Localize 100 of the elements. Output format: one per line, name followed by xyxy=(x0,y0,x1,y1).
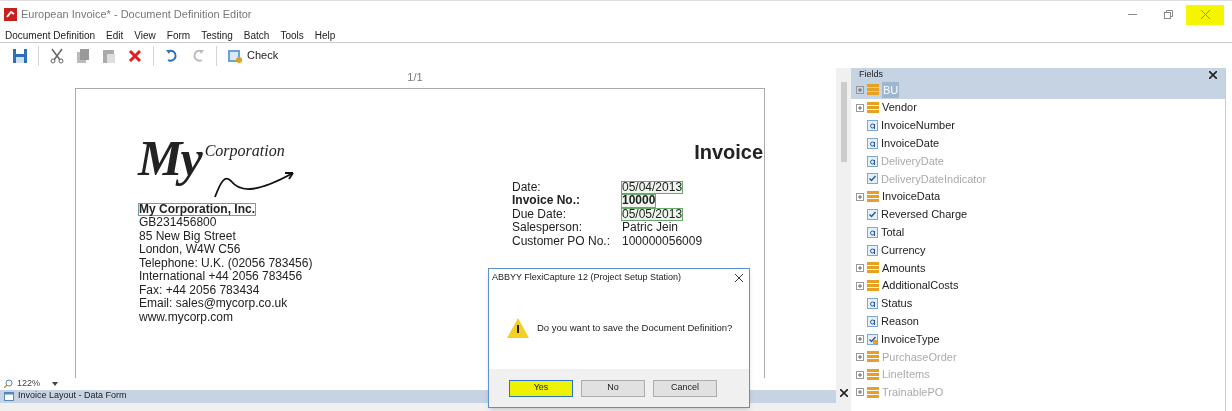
undo-icon xyxy=(164,47,180,64)
tree-item[interactable]: Total xyxy=(851,223,1225,242)
dialog-button[interactable]: Cancel xyxy=(653,379,717,397)
company-text: www.mycorp.com xyxy=(138,310,233,324)
stack-icon xyxy=(867,280,879,292)
detail-label: Salesperson: xyxy=(511,221,584,235)
tree-item[interactable]: AdditionalCosts xyxy=(851,276,1225,295)
text-field-icon xyxy=(867,297,878,309)
expand-icon xyxy=(856,192,864,201)
expand-icon xyxy=(856,352,864,361)
text-field-icon xyxy=(867,226,878,238)
stack-icon xyxy=(867,386,879,398)
menu-item[interactable]: View xyxy=(134,27,156,43)
tree-item[interactable]: InvoiceType xyxy=(851,330,1225,348)
detail-value: 05/05/2013 xyxy=(621,207,684,221)
stack-icon xyxy=(867,191,879,203)
copy-icon xyxy=(75,47,91,64)
panel-title: Invoice Layout - Data Form xyxy=(18,389,127,403)
checkbox-icon xyxy=(867,173,878,185)
menu-item[interactable]: Tools xyxy=(280,27,304,43)
expand-icon xyxy=(856,103,864,112)
tree-item[interactable]: InvoiceNumber xyxy=(851,116,1225,135)
document-check-icon xyxy=(227,47,243,64)
detail-label: Invoice No.: xyxy=(511,194,581,208)
close-button[interactable] xyxy=(735,274,743,282)
tree-item[interactable]: Amounts xyxy=(851,258,1225,277)
checkbox-icon xyxy=(867,208,878,220)
tree-item[interactable]: Reason xyxy=(851,312,1225,331)
expand-icon xyxy=(856,281,864,290)
text-field-icon xyxy=(867,315,878,327)
expand-icon xyxy=(856,85,864,94)
close-button[interactable] xyxy=(1209,70,1217,79)
close-icon xyxy=(1209,70,1217,79)
app-logo-icon xyxy=(4,8,17,21)
tree-item[interactable]: Status xyxy=(851,294,1225,313)
tree-item[interactable]: InvoiceData xyxy=(851,187,1225,206)
minimize-icon xyxy=(1127,14,1137,15)
detail-label: Date: xyxy=(511,180,542,194)
company-text: London, W4W C56 xyxy=(138,243,242,257)
company-text: 85 New Big Street xyxy=(138,229,237,243)
detail-value: 10000 xyxy=(621,194,657,208)
dialog-message: Do you want to save the Document Definition? xyxy=(537,320,733,335)
redo-icon xyxy=(190,47,206,64)
expand-icon xyxy=(856,335,864,344)
stack-icon xyxy=(867,102,879,114)
company-text: My Corporation, Inc. xyxy=(138,202,256,216)
stack-icon xyxy=(867,369,879,381)
menu-item[interactable]: Document Definition xyxy=(5,27,96,43)
tree-item[interactable]: Reversed Charge xyxy=(851,205,1225,224)
clipboard-icon xyxy=(101,47,117,64)
close-icon xyxy=(1200,10,1210,19)
text-field-icon xyxy=(867,137,878,149)
check-button[interactable]: Check xyxy=(223,43,283,68)
tree-item[interactable]: Currency xyxy=(851,241,1225,259)
menu-item[interactable]: Edit xyxy=(106,27,124,43)
close-icon xyxy=(735,274,743,282)
menu-item[interactable]: Help xyxy=(314,27,336,43)
stack-icon xyxy=(867,84,879,96)
tree-item[interactable]: Vendor xyxy=(851,98,1225,117)
zoom-dropdown[interactable]: 122% xyxy=(17,376,59,391)
checkbox-icon xyxy=(867,333,878,345)
close-button[interactable] xyxy=(839,389,848,397)
magnifier-icon xyxy=(4,379,13,388)
expand-icon xyxy=(856,388,864,397)
form-icon xyxy=(4,391,14,401)
text-field-icon xyxy=(867,120,878,131)
window-title: European Invoice* - Document Definition Editor xyxy=(21,7,252,23)
menu-item[interactable]: Form xyxy=(166,27,191,43)
company-text: Telephone: U.K. (02056 783456) xyxy=(138,256,314,270)
menu-item[interactable]: Testing xyxy=(201,27,233,43)
restore-icon xyxy=(1163,10,1173,19)
detail-label: Due Date: xyxy=(511,207,568,221)
scissors-icon xyxy=(49,47,65,64)
close-icon xyxy=(839,389,848,397)
page-counter: 1/1 xyxy=(407,71,423,83)
expand-icon xyxy=(856,370,864,379)
scrollbar-thumb[interactable] xyxy=(840,82,847,162)
company-text: Email: sales@mycorp.co.uk xyxy=(138,297,289,311)
stack-icon xyxy=(867,351,879,363)
dialog-title: ABBYY FlexiCapture 12 (Project Setup Station) xyxy=(492,271,681,285)
menu-item[interactable]: Batch xyxy=(243,27,270,43)
company-text: GB231456800 xyxy=(138,216,217,230)
stack-icon xyxy=(867,262,879,274)
close-icon xyxy=(127,47,143,64)
caret-icon xyxy=(52,381,59,386)
company-text: International +44 2056 783456 xyxy=(138,270,303,284)
invoice-heading: Invoice xyxy=(694,139,764,165)
detail-label: Customer PO No.: xyxy=(511,234,612,248)
dialog-button[interactable]: No xyxy=(581,379,645,397)
detail-value: Patric Jein xyxy=(621,221,680,235)
warning-icon xyxy=(507,318,529,338)
detail-value: 100000056009 xyxy=(621,234,704,248)
text-field-icon xyxy=(867,244,878,256)
detail-value: 05/04/2013 xyxy=(621,180,684,194)
text-field-icon xyxy=(867,155,878,167)
dialog-button[interactable]: Yes xyxy=(509,379,573,397)
tree-item[interactable]: InvoiceDate xyxy=(851,134,1225,153)
company-text: Fax: +44 2056 783434 xyxy=(138,283,261,297)
expand-icon xyxy=(856,263,864,272)
panel-title: Fields xyxy=(859,67,883,81)
